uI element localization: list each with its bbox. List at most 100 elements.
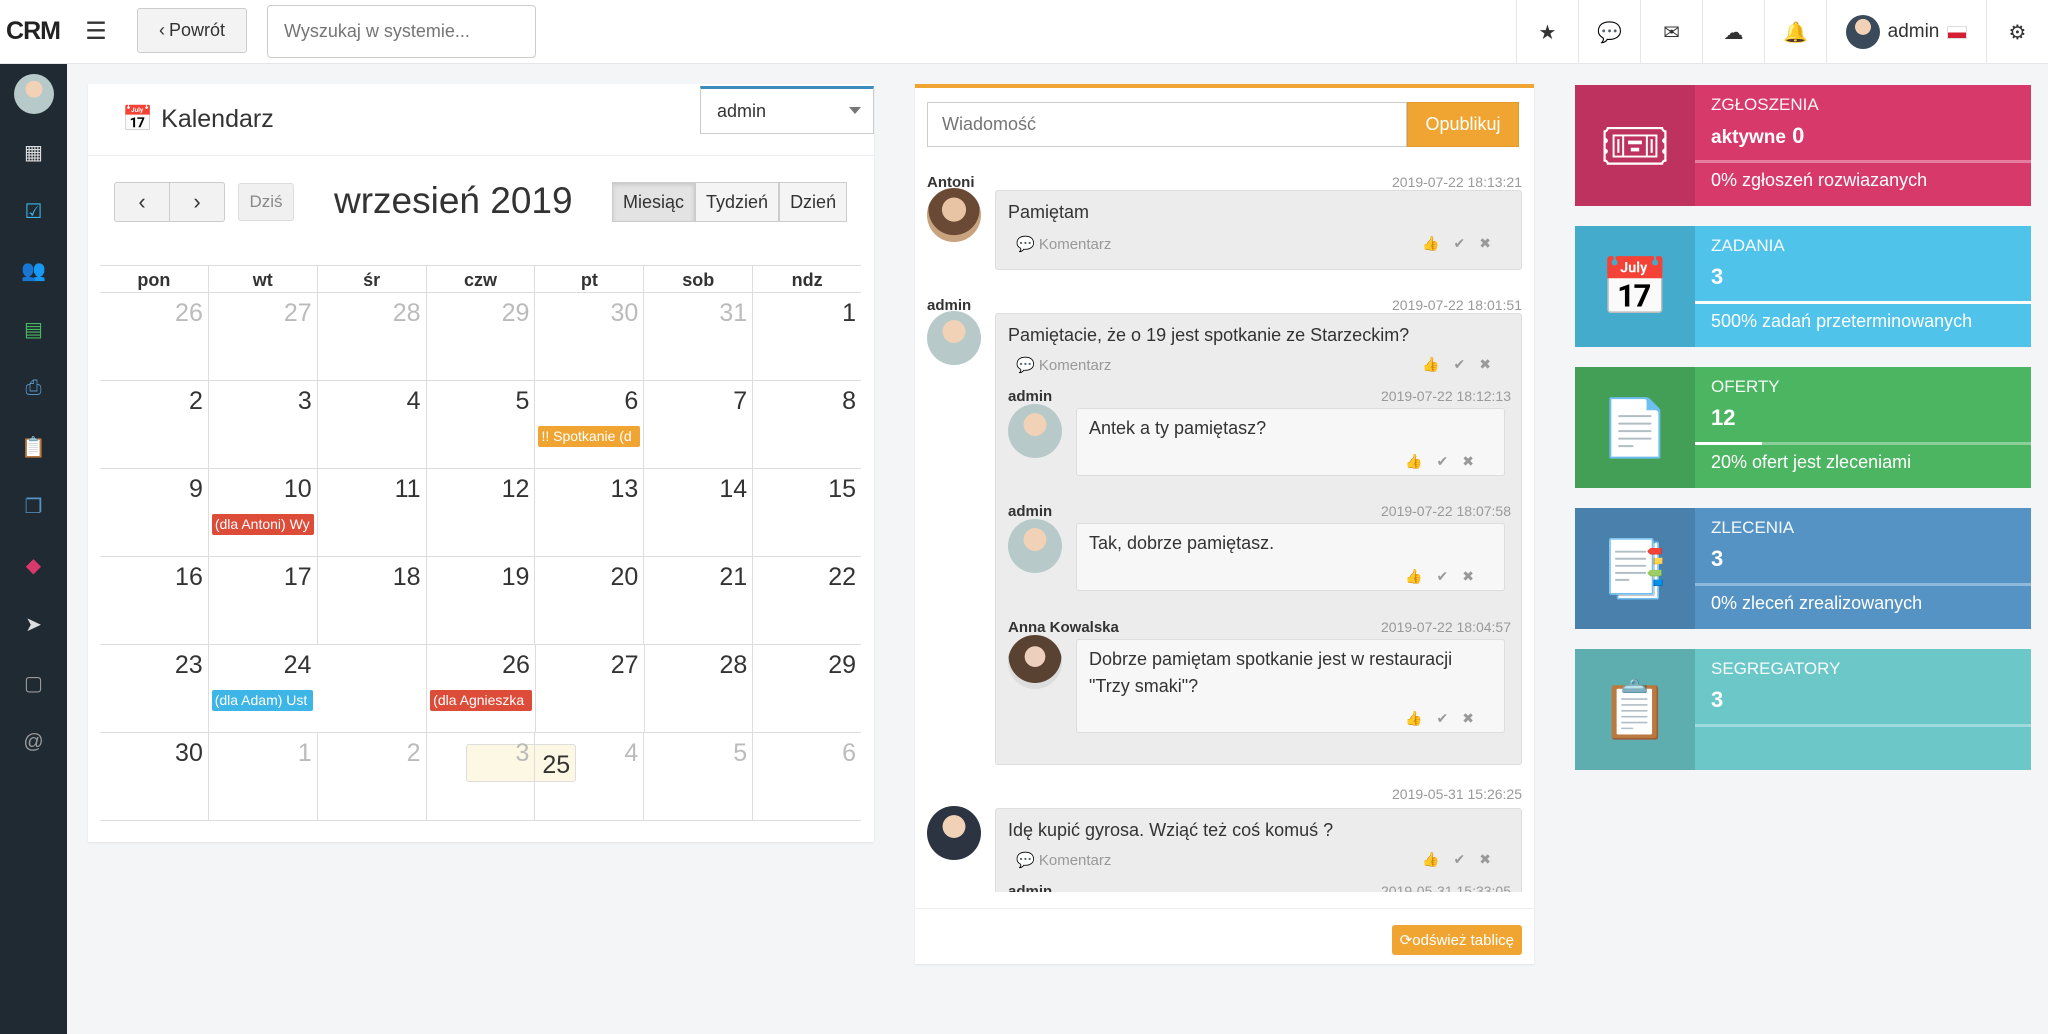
view-month-button[interactable]: Miesiąc — [612, 182, 696, 222]
calendar-day[interactable]: 10 (dla Antoni) Wy — [207, 469, 317, 556]
calendar-day[interactable]: 17 — [207, 557, 317, 644]
calendar-event[interactable]: (dla Antoni) Wy — [211, 514, 314, 535]
calendar-event[interactable]: (dla Agnieszka — [430, 690, 532, 711]
calendar-day[interactable]: 2 — [100, 381, 208, 468]
calendar-day[interactable]: 27 — [207, 293, 317, 380]
calendar-day[interactable]: 24 (dla Adam) Ust — [207, 645, 317, 732]
comment-link[interactable]: 💬 Komentarz — [1016, 356, 1111, 374]
calendar-day[interactable]: 27 — [534, 645, 644, 732]
calendar-day[interactable]: 21 — [643, 557, 752, 644]
calendar-day[interactable]: 5 — [425, 381, 535, 468]
calendar-day[interactable]: 5 — [643, 733, 752, 820]
calendar-day[interactable]: 12 — [425, 469, 535, 556]
note-icon[interactable]: ▢ — [0, 654, 67, 713]
calendar-day[interactable]: 19 — [425, 557, 535, 644]
calendar-day[interactable]: 6 !! Spotkanie (d — [534, 381, 643, 468]
close-icon[interactable]: ✖ — [1479, 356, 1505, 372]
prev-month-button[interactable]: ‹ — [114, 182, 170, 222]
pdf-icon[interactable]: ⎙ — [0, 359, 67, 418]
stat-tile-zgłoszenia[interactable]: 🎟 ZGŁOSZENIA aktywne 0 0% zgłoszeń rozwiaza… — [1575, 85, 2031, 206]
calendar-day[interactable]: 16 — [100, 557, 208, 644]
at-icon[interactable]: @ — [0, 713, 67, 772]
stat-tile-zadania[interactable]: 📅 ZADANIA 3 500% zadań przeterminowanych — [1575, 226, 2031, 347]
like-icon[interactable]: 👍 — [1405, 568, 1436, 584]
brand-logo[interactable]: CRM — [0, 0, 66, 64]
comment-link[interactable]: 💬 Komentarz — [1016, 235, 1111, 253]
calendar-day[interactable]: 8 — [752, 381, 861, 468]
publish-button[interactable]: Opublikuj — [1407, 102, 1519, 147]
calendar-day[interactable]: 6 — [752, 733, 861, 820]
calendar-day[interactable]: 26 (dla Agnieszka — [426, 645, 535, 732]
calendar-day[interactable]: 20 — [534, 557, 643, 644]
files-icon[interactable]: ❐ — [0, 477, 67, 536]
view-day-button[interactable]: Dzień — [779, 182, 848, 222]
calendar-day[interactable]: 18 — [316, 557, 426, 644]
close-icon[interactable]: ✖ — [1462, 453, 1488, 469]
clipboard-import-icon[interactable]: 📋 — [0, 418, 67, 477]
calendar-user-select[interactable]: admin — [700, 86, 874, 134]
back-button[interactable]: ‹ Powrót — [137, 8, 247, 53]
close-icon[interactable]: ✖ — [1479, 235, 1505, 251]
calendar-day[interactable]: 2 — [316, 733, 426, 820]
stat-tile-oferty[interactable]: 📄 OFERTY 12 20% ofert jest zleceniami — [1575, 367, 2031, 488]
like-icon[interactable]: 👍 — [1405, 710, 1436, 726]
calendar-day[interactable]: 22 — [752, 557, 861, 644]
calendar-day[interactable]: 1 — [207, 733, 317, 820]
refresh-board-button[interactable]: ⟳ odśwież tablicę — [1391, 925, 1522, 955]
check-icon[interactable]: ✔ — [1437, 453, 1463, 469]
users-icon[interactable]: 👥 — [0, 241, 67, 300]
calendar-check-icon[interactable]: ☑ — [0, 182, 67, 241]
document-icon[interactable]: ▤ — [0, 300, 67, 359]
next-month-button[interactable]: › — [169, 182, 225, 222]
check-icon[interactable]: ✔ — [1454, 851, 1480, 867]
like-icon[interactable]: 👍 — [1422, 851, 1453, 867]
envelope-icon[interactable]: ✉ — [1640, 0, 1702, 64]
close-icon[interactable]: ✖ — [1462, 710, 1488, 726]
calendar-day[interactable]: 30 — [534, 293, 643, 380]
calendar-day[interactable]: 4 — [316, 381, 426, 468]
check-icon[interactable]: ✔ — [1454, 356, 1480, 372]
like-icon[interactable]: 👍 — [1422, 235, 1453, 251]
ticket-icon[interactable]: ◆ — [0, 536, 67, 595]
view-week-button[interactable]: Tydzień — [695, 182, 780, 222]
calendar-day[interactable]: 3 — [425, 733, 535, 820]
post-list[interactable]: Antoni 2019-07-22 18:13:21 Pamiętam 💬 Komen… — [915, 174, 1534, 892]
check-icon[interactable]: ✔ — [1437, 568, 1463, 584]
user-menu[interactable]: admin — [1826, 0, 1986, 64]
calendar-day[interactable]: 15 — [752, 469, 861, 556]
bell-icon[interactable]: 🔔 — [1764, 0, 1826, 64]
calendar-day[interactable]: 9 — [100, 469, 208, 556]
check-icon[interactable]: ✔ — [1454, 235, 1480, 251]
star-icon[interactable]: ★ — [1516, 0, 1578, 64]
calendar-day[interactable]: 28 — [316, 293, 426, 380]
stat-tile-zlecenia[interactable]: 📑 ZLECENIA 3 0% zleceń zrealizowanych — [1575, 508, 2031, 629]
message-input[interactable] — [927, 102, 1407, 147]
like-icon[interactable]: 👍 — [1422, 356, 1453, 372]
calendar-day[interactable]: 3 — [207, 381, 317, 468]
like-icon[interactable]: 👍 — [1405, 453, 1436, 469]
calendar-day[interactable]: 31 — [643, 293, 752, 380]
calendar-day[interactable]: 29 — [752, 645, 861, 732]
chat-icon[interactable]: 💬 — [1578, 0, 1640, 64]
calendar-day[interactable]: 26 — [100, 293, 208, 380]
calendar-event[interactable]: !! Spotkanie (d — [538, 426, 641, 447]
send-icon[interactable]: ➤ — [0, 595, 67, 654]
comment-link[interactable]: 💬 Komentarz — [1016, 851, 1111, 869]
menu-toggle-icon[interactable]: ☰ — [66, 0, 126, 64]
calendar-day[interactable]: 7 — [643, 381, 752, 468]
calendar-day[interactable]: 13 — [534, 469, 643, 556]
calendar-day[interactable]: 1 — [752, 293, 861, 380]
close-icon[interactable]: ✖ — [1479, 851, 1505, 867]
today-button[interactable]: Dziś — [238, 183, 294, 221]
sidebar-avatar[interactable] — [0, 64, 67, 123]
calendar-day[interactable]: 14 — [643, 469, 752, 556]
calendar-day[interactable]: 4 — [534, 733, 643, 820]
calendar-event[interactable]: (dla Adam) Ust — [211, 690, 314, 711]
calendar-day[interactable]: 30 — [100, 733, 208, 820]
settings-gears-icon[interactable]: ⚙ — [1986, 0, 2048, 64]
calendar-day[interactable]: 23 — [100, 645, 208, 732]
calendar-day[interactable]: 28 — [643, 645, 753, 732]
calendar-day[interactable]: 11 — [316, 469, 426, 556]
calendar-day[interactable]: 29 — [425, 293, 535, 380]
check-icon[interactable]: ✔ — [1437, 710, 1463, 726]
